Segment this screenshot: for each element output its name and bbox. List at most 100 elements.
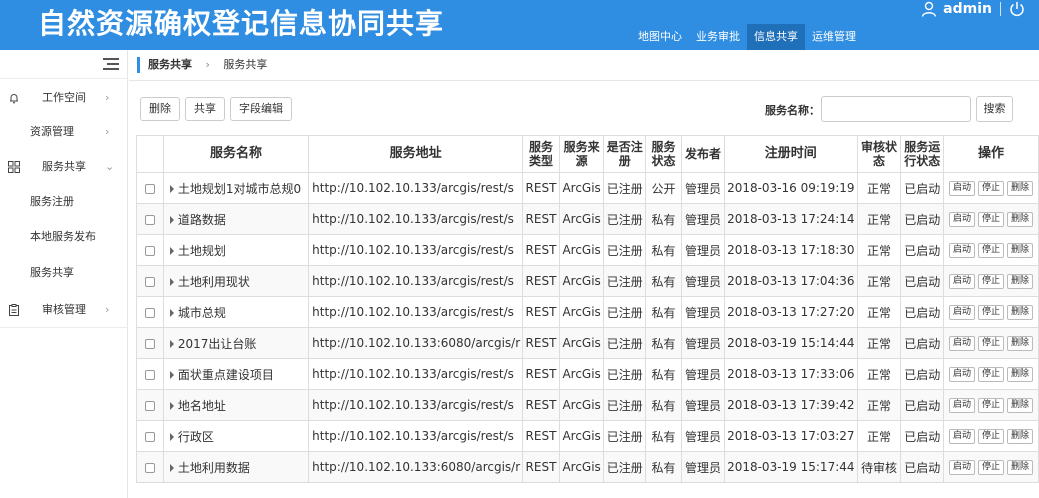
stop-button[interactable]: 停止: [977, 459, 1004, 475]
row-checkbox[interactable]: [144, 245, 155, 256]
expand-arrow-icon[interactable]: [169, 247, 174, 255]
sidebar-item-resource-management[interactable]: 资源管理 ›: [0, 115, 128, 149]
stop-button[interactable]: 停止: [977, 366, 1004, 382]
row-delete-button[interactable]: 删除: [1006, 242, 1033, 258]
expand-arrow-icon[interactable]: [169, 278, 174, 286]
table-row[interactable]: 2017出让台账 http://10.102.10.133:6080/arcgis…: [136, 327, 1039, 359]
row-checkbox[interactable]: [144, 431, 155, 442]
sidebar-item-service-register[interactable]: 服务注册: [0, 185, 128, 219]
start-button[interactable]: 启动: [948, 242, 975, 258]
stop-button[interactable]: 停止: [977, 335, 1004, 351]
column-header[interactable]: 是否注册: [603, 135, 647, 173]
expand-arrow-icon[interactable]: [169, 402, 174, 410]
expand-arrow-icon[interactable]: [169, 185, 174, 193]
expand-arrow-icon[interactable]: [169, 216, 174, 224]
toolbar: 删除 共享 字段编辑: [140, 97, 292, 121]
share-button[interactable]: 共享: [185, 97, 225, 121]
row-checkbox[interactable]: [144, 307, 155, 318]
expand-arrow-icon[interactable]: [169, 371, 174, 379]
row-delete-button[interactable]: 删除: [1006, 459, 1033, 475]
stop-button[interactable]: 停止: [977, 180, 1004, 196]
power-icon[interactable]: [1009, 1, 1025, 17]
table-row[interactable]: 土地利用现状 http://10.102.10.133/arcgis/rest/s…: [136, 265, 1039, 297]
menu-toggle-icon[interactable]: [103, 58, 119, 70]
start-button[interactable]: 启动: [948, 428, 975, 444]
column-header[interactable]: 服务名称: [162, 135, 310, 173]
cell-run: 已启动: [900, 358, 944, 390]
nav-business-approval[interactable]: 业务审批: [689, 24, 747, 50]
table-row[interactable]: 城市总规 http://10.102.10.133/arcgis/rest/s RE…: [136, 296, 1039, 328]
row-delete-button[interactable]: 删除: [1006, 428, 1033, 444]
start-button[interactable]: 启动: [948, 397, 975, 413]
start-button[interactable]: 启动: [948, 459, 975, 475]
cell-time: 2018-03-13 17:03:27: [724, 420, 858, 452]
start-button[interactable]: 启动: [948, 366, 975, 382]
user-icon[interactable]: [921, 1, 937, 17]
table-header-row: 服务名称 服务地址 服务类型 服务来源 是否注册 服务状态 发布者 注册时间 审…: [136, 135, 1039, 173]
column-header[interactable]: 注册时间: [724, 135, 858, 173]
operations-cell: 启动 停止 删除: [942, 234, 1039, 266]
row-delete-button[interactable]: 删除: [1006, 397, 1033, 413]
row-delete-button[interactable]: 删除: [1006, 335, 1033, 351]
stop-button[interactable]: 停止: [977, 211, 1004, 227]
column-header[interactable]: 发布者: [680, 135, 726, 173]
row-checkbox[interactable]: [144, 183, 155, 194]
expand-arrow-icon[interactable]: [169, 309, 174, 317]
cell-reg: 已注册: [603, 389, 647, 421]
column-header[interactable]: 服务状态: [645, 135, 682, 173]
nav-info-sharing[interactable]: 信息共享: [747, 24, 805, 50]
breadcrumb-parent[interactable]: 服务共享: [148, 58, 192, 71]
stop-button[interactable]: 停止: [977, 273, 1004, 289]
sidebar-item-workspace[interactable]: 工作空间 ›: [0, 81, 128, 115]
cell-pub: 管理员: [680, 203, 726, 235]
column-header[interactable]: 服务类型: [522, 135, 560, 173]
row-checkbox[interactable]: [144, 214, 155, 225]
nav-ops-management[interactable]: 运维管理: [805, 24, 863, 50]
field-edit-button[interactable]: 字段编辑: [230, 97, 292, 121]
expand-arrow-icon[interactable]: [169, 433, 174, 441]
table-row[interactable]: 道路数据 http://10.102.10.133/arcgis/rest/s RE…: [136, 203, 1039, 235]
service-name: 2017出让台账: [177, 336, 257, 351]
cell-source: ArcGis: [558, 451, 605, 483]
table-row[interactable]: 土地规划1对城市总规0 http://10.102.10.133/arcgis/r…: [136, 172, 1039, 204]
column-header[interactable]: 服务来源: [558, 135, 605, 173]
table-row[interactable]: 行政区 http://10.102.10.133/arcgis/rest/s RES…: [136, 420, 1039, 452]
stop-button[interactable]: 停止: [977, 304, 1004, 320]
table-row[interactable]: 土地利用数据 http://10.102.10.133:6080/arcgis/r…: [136, 451, 1039, 483]
row-delete-button[interactable]: 删除: [1006, 273, 1033, 289]
row-checkbox[interactable]: [144, 338, 155, 349]
stop-button[interactable]: 停止: [977, 428, 1004, 444]
column-header[interactable]: 服务地址: [308, 135, 524, 173]
stop-button[interactable]: 停止: [977, 397, 1004, 413]
username[interactable]: admin: [943, 1, 992, 17]
start-button[interactable]: 启动: [948, 304, 975, 320]
sidebar-item-service-sharing[interactable]: 服务共享 ⌄: [0, 150, 128, 184]
service-name-search-input[interactable]: [821, 96, 971, 122]
row-delete-button[interactable]: 删除: [1006, 304, 1033, 320]
delete-button[interactable]: 删除: [140, 97, 180, 121]
start-button[interactable]: 启动: [948, 335, 975, 351]
table-row[interactable]: 面状重点建设项目 http://10.102.10.133/arcgis/rest…: [136, 358, 1039, 390]
table-row[interactable]: 土地规划 http://10.102.10.133/arcgis/rest/s RE…: [136, 234, 1039, 266]
row-checkbox[interactable]: [144, 369, 155, 380]
nav-map-center[interactable]: 地图中心: [631, 24, 689, 50]
row-delete-button[interactable]: 删除: [1006, 180, 1033, 196]
row-checkbox[interactable]: [144, 400, 155, 411]
row-delete-button[interactable]: 删除: [1006, 211, 1033, 227]
start-button[interactable]: 启动: [948, 273, 975, 289]
start-button[interactable]: 启动: [948, 180, 975, 196]
start-button[interactable]: 启动: [948, 211, 975, 227]
sidebar-item-local-publish[interactable]: 本地服务发布: [0, 220, 128, 254]
expand-arrow-icon[interactable]: [169, 340, 174, 348]
sidebar-item-audit-management[interactable]: 审核管理 ›: [0, 293, 128, 327]
expand-arrow-icon[interactable]: [169, 464, 174, 472]
row-delete-button[interactable]: 删除: [1006, 366, 1033, 382]
stop-button[interactable]: 停止: [977, 242, 1004, 258]
row-checkbox[interactable]: [144, 462, 155, 473]
column-header[interactable]: 审核状态: [856, 135, 902, 173]
column-header[interactable]: 服务运行状态: [900, 135, 944, 173]
search-button[interactable]: 搜索: [976, 96, 1013, 122]
sidebar-item-service-share[interactable]: 服务共享: [0, 256, 128, 290]
table-row[interactable]: 地名地址 http://10.102.10.133/arcgis/rest/s RE…: [136, 389, 1039, 421]
row-checkbox[interactable]: [144, 276, 155, 287]
